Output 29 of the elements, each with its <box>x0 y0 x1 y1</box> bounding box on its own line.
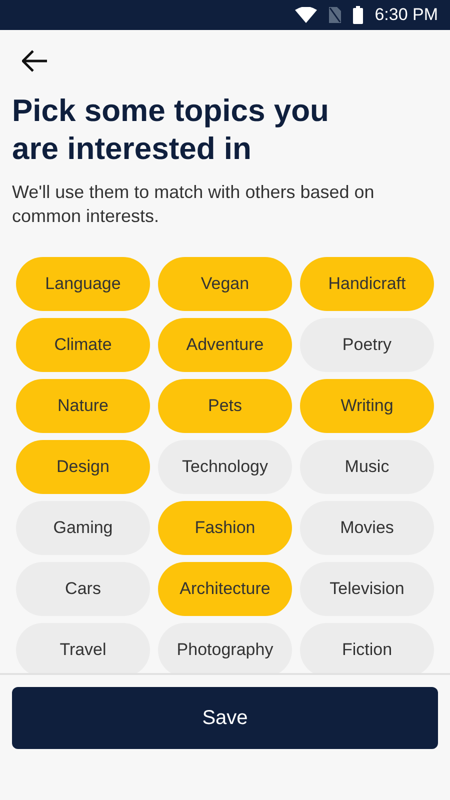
status-time: 6:30 PM <box>374 4 438 26</box>
topic-chip[interactable]: Design <box>16 440 150 494</box>
back-arrow-icon[interactable] <box>22 50 48 72</box>
topic-chip[interactable]: Adventure <box>158 318 292 372</box>
topic-chip[interactable]: Music <box>300 440 434 494</box>
topic-chip[interactable]: Poetry <box>300 318 434 372</box>
topic-chip[interactable]: Travel <box>16 623 150 673</box>
page-subtitle: We'll use them to match with others based on common interests. <box>12 181 376 228</box>
page-title: Pick some topics you are interested in <box>12 92 330 168</box>
no-sim-icon <box>328 7 341 23</box>
save-button[interactable]: Save <box>12 687 438 749</box>
topic-chip[interactable]: Gaming <box>16 501 150 555</box>
topic-chip[interactable]: Handicraft <box>300 257 434 311</box>
wifi-icon <box>294 7 317 23</box>
topic-chip[interactable]: Nature <box>16 379 150 433</box>
topic-chip[interactable]: Technology <box>158 440 292 494</box>
topic-chip[interactable]: Fashion <box>158 501 292 555</box>
topic-chip[interactable]: Cars <box>16 562 150 616</box>
topic-chip[interactable]: Architecture <box>158 562 292 616</box>
topic-chip[interactable]: Writing <box>300 379 434 433</box>
topic-chip[interactable]: Photography <box>158 623 292 673</box>
topic-chip[interactable]: Fiction <box>300 623 434 673</box>
battery-icon <box>352 6 363 24</box>
topic-chip[interactable]: Climate <box>16 318 150 372</box>
topic-chip[interactable]: Movies <box>300 501 434 555</box>
topic-chip[interactable]: Vegan <box>158 257 292 311</box>
topic-chip[interactable]: Television <box>300 562 434 616</box>
topic-chip[interactable]: Pets <box>158 379 292 433</box>
topic-chip[interactable]: Language <box>16 257 150 311</box>
